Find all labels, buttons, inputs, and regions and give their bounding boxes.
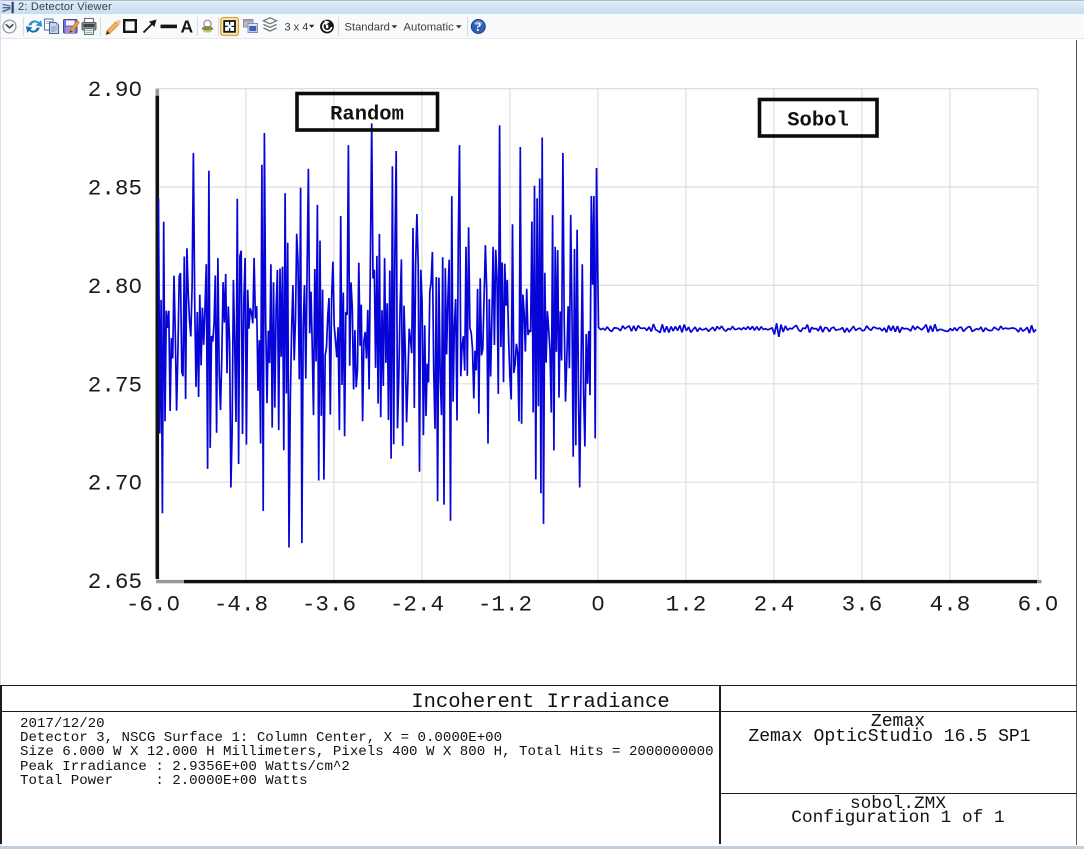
svg-text:-3.6: -3.6 — [302, 592, 356, 618]
svg-text:-4.8: -4.8 — [214, 592, 268, 618]
svg-text:2.75: 2.75 — [88, 372, 142, 398]
svg-text:Sobol: Sobol — [787, 110, 849, 133]
svg-text:?: ? — [475, 19, 482, 34]
svg-text:3 x 4: 3 x 4 — [285, 21, 309, 33]
svg-text:2.4: 2.4 — [754, 592, 795, 618]
svg-text:-1.2: -1.2 — [478, 592, 532, 618]
svg-text:Automatic: Automatic — [404, 22, 455, 34]
svg-text:2.85: 2.85 — [88, 176, 142, 202]
svg-text:4.8: 4.8 — [930, 592, 971, 618]
svg-text:1.2: 1.2 — [666, 592, 707, 618]
svg-text:Standard: Standard — [345, 22, 390, 34]
svg-text:3.6: 3.6 — [842, 592, 883, 618]
svg-text:-2.4: -2.4 — [390, 592, 444, 618]
svg-text:A: A — [180, 16, 193, 36]
svg-text:Random: Random — [330, 104, 404, 127]
